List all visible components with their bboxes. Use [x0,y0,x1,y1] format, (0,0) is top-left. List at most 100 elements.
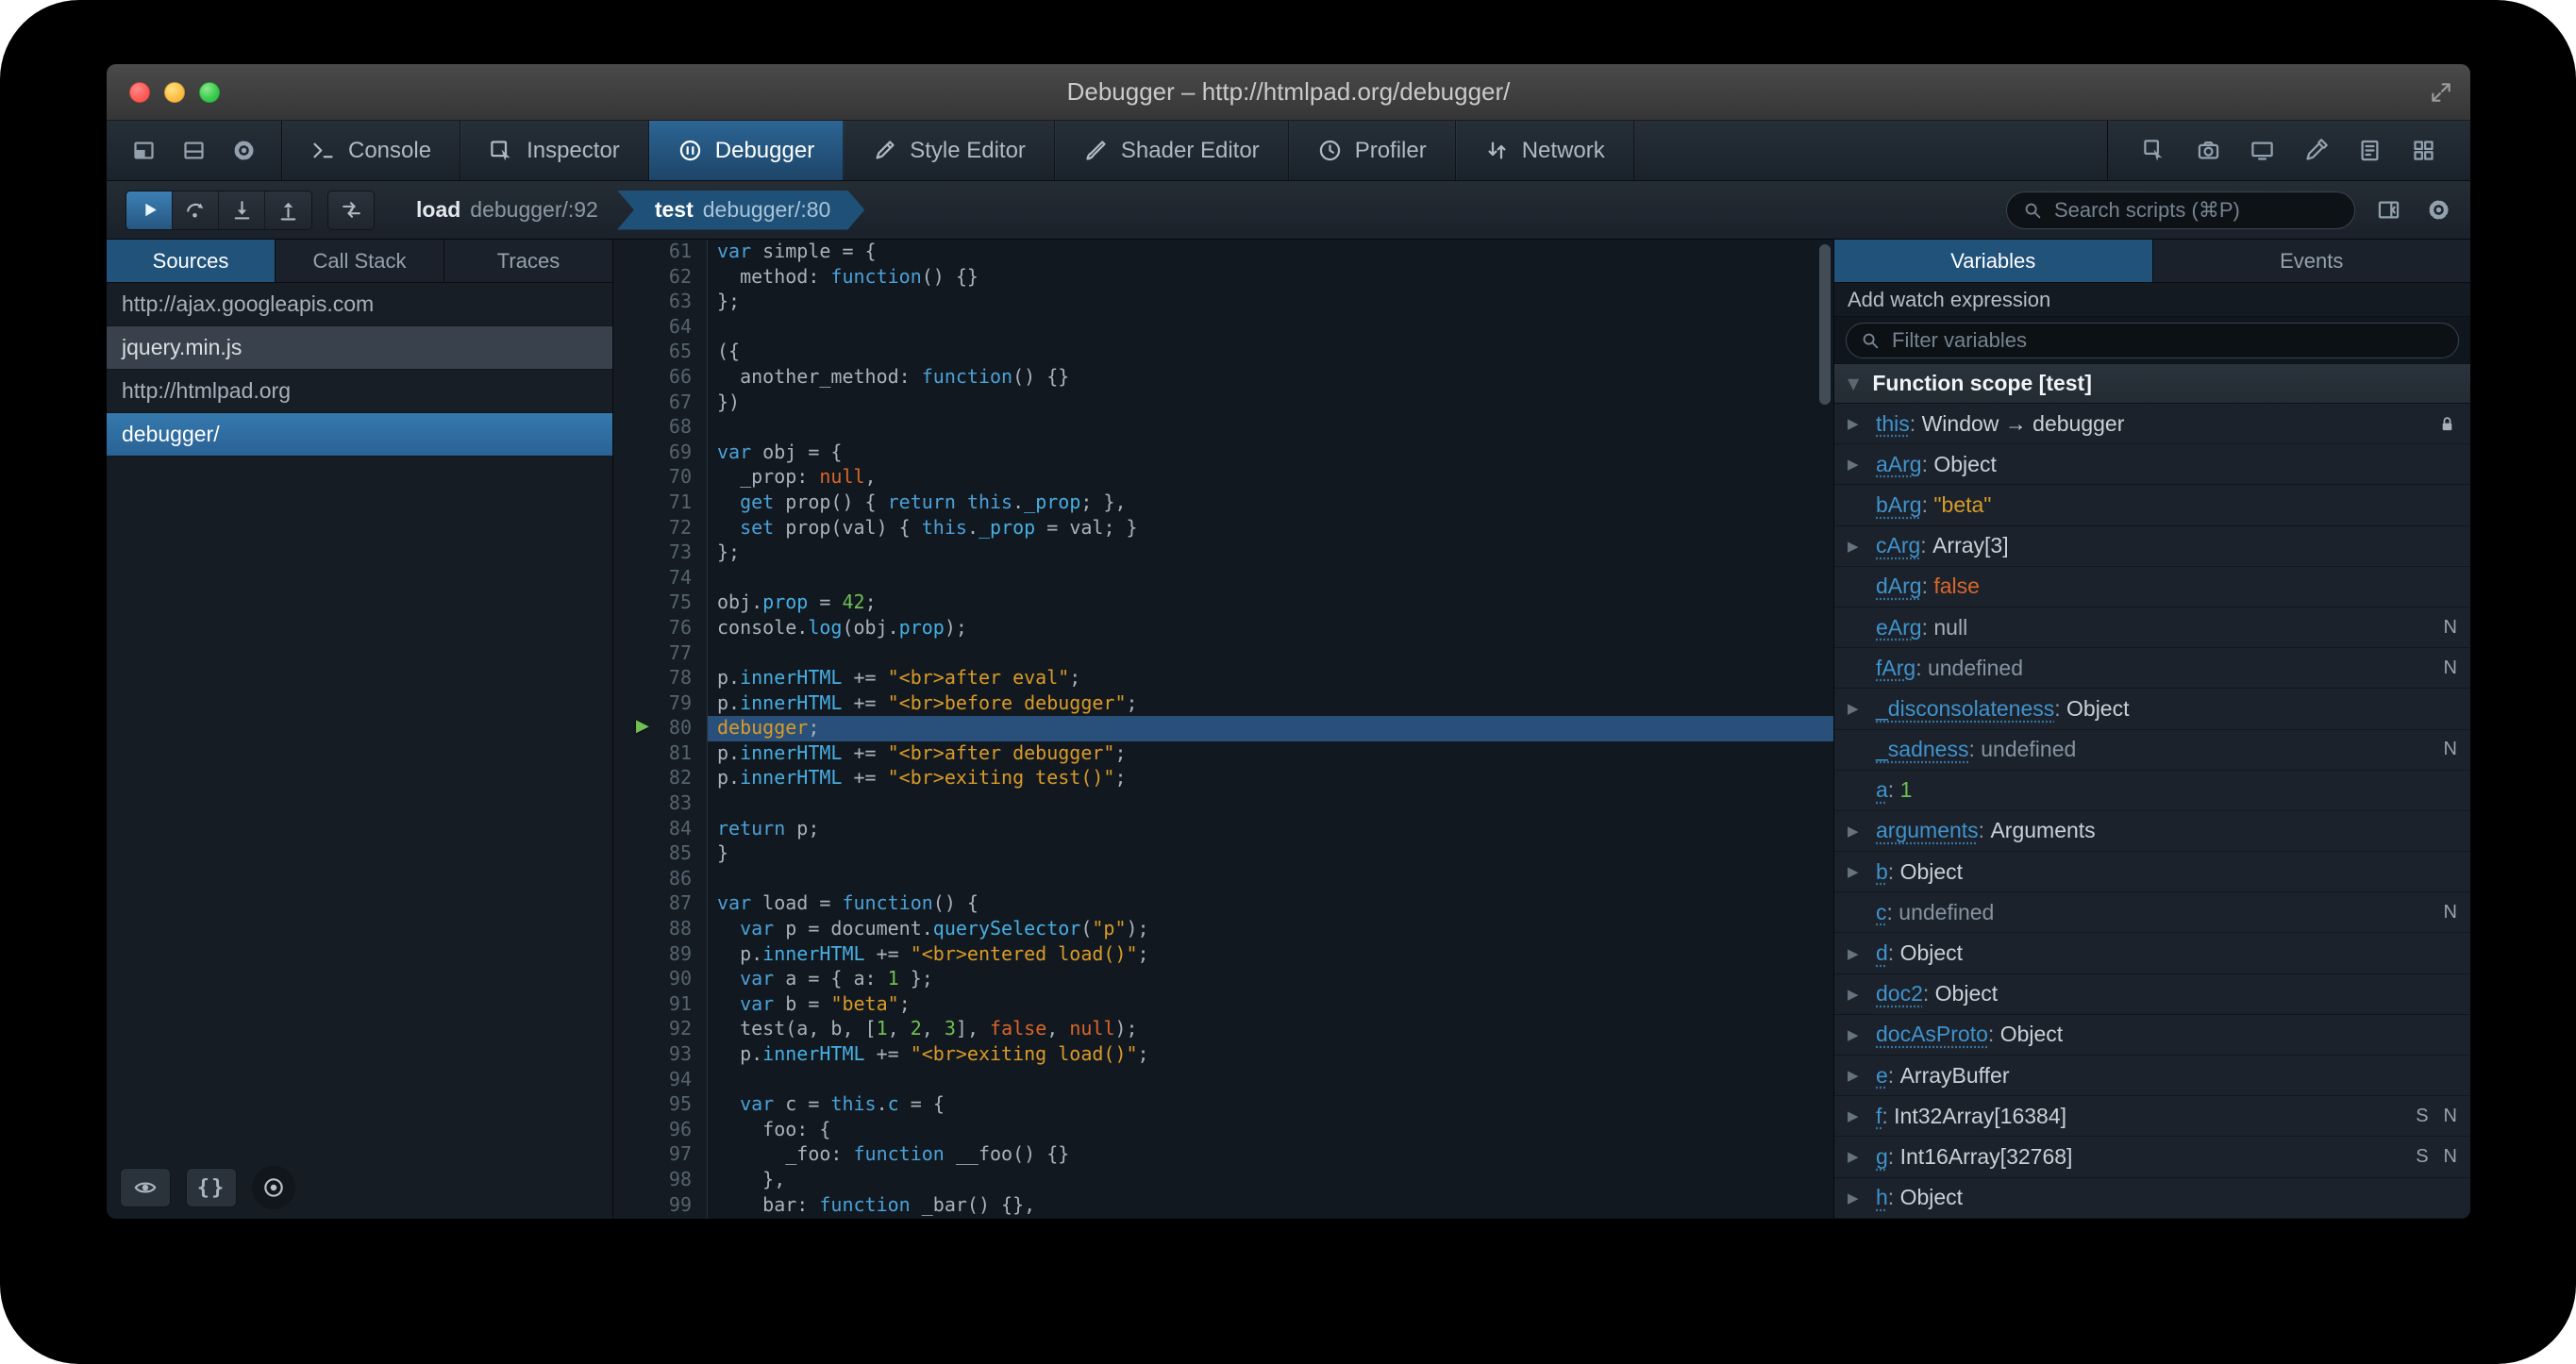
tab-inspector[interactable]: Inspector [460,121,649,180]
line-number[interactable]: 81 [613,741,707,767]
code-line[interactable]: p.innerHTML += "<br>exiting load()"; [708,1042,1833,1068]
variable-row[interactable]: ▶ f: Int32Array[16384] S N [1834,1096,2470,1138]
line-number[interactable]: 73 [613,541,707,566]
undock-icon[interactable] [131,138,157,163]
debugger-options-gear-icon[interactable] [2426,197,2451,223]
code-line[interactable]: var c = this.c = { [708,1092,1833,1118]
line-number[interactable]: 91 [613,992,707,1018]
line-number[interactable]: 98 [613,1168,707,1193]
line-number[interactable]: 62 [613,265,707,291]
variable-row[interactable]: _sadness: undefined N [1834,729,2470,771]
scope-header[interactable]: ▼ Function scope [test] [1834,364,2470,404]
code-line[interactable]: }; [708,290,1833,315]
scratchpad-icon[interactable] [2357,138,2383,163]
code-line[interactable]: p.innerHTML += "<br>entered load()"; [708,942,1833,968]
grid-icon[interactable] [2411,138,2436,163]
code-line[interactable]: obj.prop = 42; [708,591,1833,616]
tab-shader-editor[interactable]: Shader Editor [1055,121,1289,180]
variable-row[interactable]: bArg: "beta" [1834,485,2470,526]
code-line[interactable]: test(a, b, [1, 2, 3], false, null); [708,1017,1833,1042]
variable-row[interactable]: a: 1 [1834,770,2470,811]
close-button[interactable] [129,81,150,103]
code-line[interactable]: return p; [708,817,1833,842]
pick-element-icon[interactable] [2142,138,2167,163]
tab-traces[interactable]: Traces [444,240,612,282]
code-line[interactable] [708,315,1833,341]
code-line[interactable] [708,867,1833,892]
add-watch-expression[interactable]: Add watch expression [1834,283,2470,317]
code-line[interactable]: bar: function _bar() {}, [708,1193,1833,1219]
code-line[interactable] [708,1068,1833,1093]
options-gear-icon[interactable] [231,138,257,163]
blackbox-button[interactable] [120,1168,171,1207]
code-line[interactable]: console.log(obj.prop); [708,616,1833,641]
code-line[interactable]: foo: { [708,1118,1833,1143]
variable-row[interactable]: ▶ g: Int16Array[32768] S N [1834,1137,2470,1178]
code-line[interactable]: another_method: function() {} [708,365,1833,391]
line-number[interactable]: 86 [613,867,707,892]
line-number[interactable]: 79 [613,691,707,717]
line-number[interactable]: 74 [613,566,707,591]
search-scripts-input[interactable] [2054,197,2339,223]
code-line[interactable]: _prop: null, [708,465,1833,491]
line-number[interactable]: 85 [613,841,707,867]
line-number[interactable]: 78 [613,666,707,691]
code-line[interactable]: ({ [708,340,1833,365]
code-line[interactable] [708,415,1833,441]
line-number[interactable]: 99 [613,1193,707,1219]
code-line[interactable]: }, [708,1168,1833,1193]
variable-row[interactable]: ▶ e: ArrayBuffer [1834,1056,2470,1097]
variable-row[interactable]: ▶ _disconsolateness: Object [1834,689,2470,730]
step-over-button[interactable] [173,191,219,229]
line-number[interactable]: 83 [613,791,707,817]
variable-row[interactable]: ▶ d: Object [1834,933,2470,974]
code-line[interactable]: }) [708,391,1833,416]
tab-network[interactable]: Network [1456,121,1634,180]
split-console-icon[interactable] [181,138,207,163]
variable-row[interactable]: fArg: undefined N [1834,648,2470,690]
variable-row[interactable]: dArg: false [1834,566,2470,607]
minimize-button[interactable] [164,81,185,103]
tab-variables[interactable]: Variables [1834,240,2153,282]
pause-exceptions-button[interactable] [252,1166,295,1209]
code-line[interactable]: p.innerHTML += "<br>after eval"; [708,666,1833,691]
code-line[interactable] [708,641,1833,667]
variable-row[interactable]: c: undefined N [1834,892,2470,934]
variable-row[interactable]: eArg: null N [1834,607,2470,649]
source-item[interactable]: http://ajax.googleapis.com [107,283,612,326]
line-number[interactable]: 87 [613,891,707,917]
line-number[interactable]: 93 [613,1042,707,1068]
code-line[interactable]: debugger; [708,716,1833,741]
code-line[interactable]: set prop(val) { this._prop = val; } [708,516,1833,541]
code-line[interactable] [708,566,1833,591]
toggle-panes-icon[interactable] [2376,197,2401,223]
stack-frame-crumb[interactable]: load debugger/:92 [397,191,617,230]
code-line[interactable]: var obj = { [708,441,1833,466]
line-number[interactable]: 97 [613,1142,707,1168]
code-line[interactable]: get prop() { return this._prop; }, [708,491,1833,516]
line-number[interactable]: 82 [613,766,707,791]
variable-row[interactable]: ▶ this: Window → debugger [1834,404,2470,445]
tab-console[interactable]: Console [282,121,461,180]
line-number[interactable]: 92 [613,1017,707,1042]
line-number[interactable]: 63 [613,290,707,315]
line-number[interactable]: 69 [613,441,707,466]
tab-profiler[interactable]: Profiler [1289,121,1456,180]
stack-frame-crumb[interactable]: test debugger/:80 [617,191,864,230]
variable-row[interactable]: ▶ cArg: Array[3] [1834,525,2470,567]
line-number[interactable]: 94 [613,1068,707,1093]
tab-debugger[interactable]: Debugger [648,121,845,180]
line-number[interactable]: 67 [613,391,707,416]
code-line[interactable]: }; [708,541,1833,566]
variable-row[interactable]: ▶ doc2: Object [1834,973,2470,1015]
line-number[interactable]: 65 [613,340,707,365]
camera-icon[interactable] [2196,138,2221,163]
step-out-button[interactable] [265,191,311,229]
zoom-button[interactable] [199,81,220,103]
source-item[interactable]: debugger/ [107,413,612,457]
line-number[interactable]: 77 [613,641,707,667]
code-line[interactable]: _foo: function __foo() {} [708,1142,1833,1168]
tab-call-stack[interactable]: Call Stack [276,240,444,282]
line-number[interactable]: 68 [613,415,707,441]
editor-scrollbar-thumb[interactable] [1819,244,1831,405]
